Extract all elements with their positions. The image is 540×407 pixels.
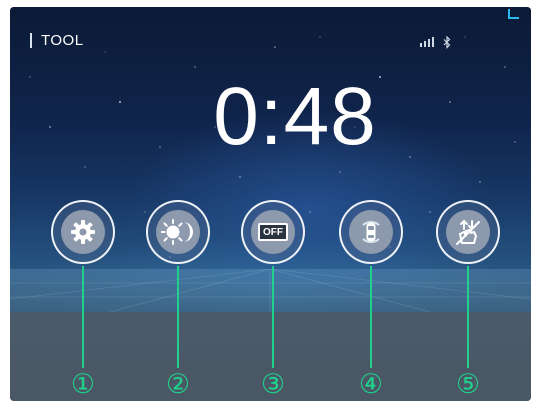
callout-line-3: [272, 266, 274, 368]
gesture-off-icon: [456, 219, 480, 245]
callout-number-3: ③: [260, 369, 286, 399]
parking-sensor-button[interactable]: [339, 200, 403, 264]
floor-grid: [10, 269, 531, 312]
corner-icon: [508, 9, 519, 19]
car-sensor-icon: [362, 221, 380, 243]
callout-line-2: [177, 266, 179, 368]
signal-icon: [420, 37, 434, 47]
gear-icon: [71, 220, 95, 244]
callout-number-5: ⑤: [455, 369, 481, 399]
screen-off-button-face: OFF: [251, 210, 295, 254]
callout-number-4: ④: [358, 369, 384, 399]
page-title: TOOL: [41, 32, 84, 49]
settings-button[interactable]: [51, 200, 115, 264]
bluetooth-icon: [443, 36, 451, 49]
screen-off-button[interactable]: OFF: [241, 200, 305, 264]
page-title-bar: TOOL: [30, 32, 84, 49]
day-night-mode-button-face: [156, 210, 200, 254]
sun-moon-icon: [161, 219, 193, 245]
status-bar: [420, 36, 451, 49]
callout-line-1: [82, 266, 84, 368]
callout-number-2: ②: [165, 369, 191, 399]
gesture-disable-button[interactable]: [436, 200, 500, 264]
callout-line-4: [370, 266, 372, 368]
off-icon: OFF: [258, 223, 288, 241]
callout-line-5: [467, 266, 469, 368]
settings-button-face: [61, 210, 105, 254]
callout-number-1: ①: [70, 369, 96, 399]
title-divider: [30, 33, 32, 48]
gesture-disable-button-face: [446, 210, 490, 254]
clock-display: 0:48: [213, 71, 377, 162]
day-night-mode-button[interactable]: [146, 200, 210, 264]
off-icon-label: OFF: [263, 226, 283, 238]
parking-sensor-button-face: [349, 210, 393, 254]
